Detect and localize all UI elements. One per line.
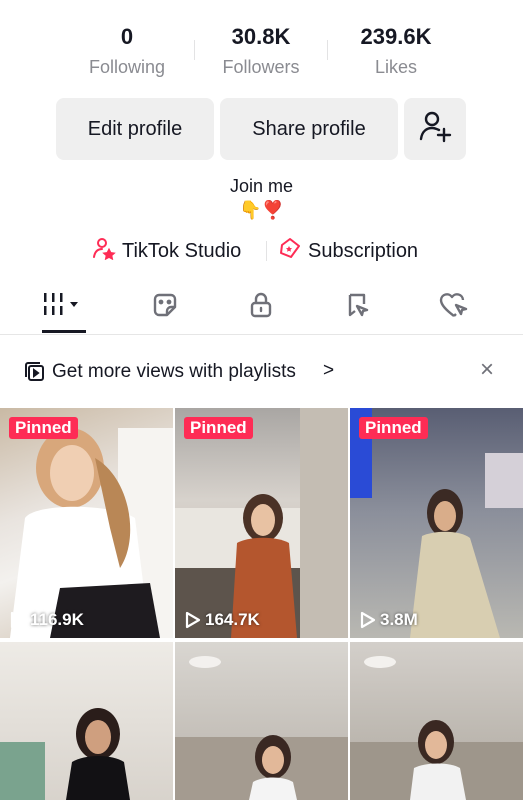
lock-icon [246,290,276,325]
video-thumbnail[interactable] [0,642,173,800]
view-count-text: 3.8M [380,610,418,629]
tab-videos[interactable] [22,282,102,333]
likes-count: 239.6K [360,24,432,49]
stat-following[interactable]: 0 Following [52,22,202,82]
liked-heart-icon [438,290,470,325]
following-label: Following [88,57,166,77]
pinned-badge: Pinned [9,417,78,439]
edit-profile-button[interactable]: Edit profile [56,98,214,160]
stat-likes[interactable]: 239.6K Likes [321,22,471,82]
bio-text: Join me [229,176,294,196]
tab-liked[interactable] [414,282,494,332]
video-thumbnail[interactable]: Pinned 116.9K [0,408,173,638]
tiktok-studio-link[interactable]: TikTok Studio [92,236,241,266]
video-thumbnail[interactable] [175,642,348,800]
close-icon[interactable]: × [480,356,494,384]
chevron-right-icon: > [323,360,335,381]
video-thumbnail[interactable]: Pinned 164.7K [175,408,348,638]
following-count: 0 [120,24,134,49]
tiktok-studio-label: TikTok Studio [122,239,242,262]
view-count-text: 116.9K [30,610,84,629]
pinned-badge: Pinned [184,417,253,439]
video-preview [175,408,348,638]
followers-count: 30.8K [231,24,291,49]
stat-followers[interactable]: 30.8K Followers [186,22,336,82]
play-icon [360,611,376,629]
videos-grid-icon [40,290,84,325]
playlist-icon [24,361,46,388]
video-thumbnail[interactable]: Pinned 3.8M [350,408,523,638]
add-friend-button[interactable] [404,98,466,160]
pinned-badge: Pinned [359,417,428,439]
playlist-promo-text: Get more views with playlists [52,361,296,382]
profile-stats: 0 Following 30.8K Followers 239.6K Likes [0,22,523,84]
view-count: 116.9K [10,610,84,630]
share-profile-button[interactable]: Share profile [220,98,398,160]
profile-tabs [0,282,523,335]
view-count-text: 164.7K [205,610,260,629]
followers-label: Followers [222,57,300,77]
subscription-label: Subscription [308,239,419,262]
video-preview [350,656,523,800]
link-divider [266,241,267,261]
playlist-promo-banner[interactable]: Get more views with playlists > × [0,356,523,388]
likes-label: Likes [374,57,418,77]
bio-emoji: 👇❣️ [239,200,284,220]
video-preview [0,708,130,800]
tab-private[interactable] [221,282,301,332]
tab-tagged[interactable] [318,282,398,332]
play-icon [185,611,201,629]
subscription-link[interactable]: Subscription [278,236,418,266]
studio-person-star-icon [92,236,116,266]
video-preview [175,656,348,800]
tagged-icon [343,290,373,325]
profile-links: TikTok Studio Subscription [0,236,523,266]
add-person-icon [418,109,452,149]
view-count: 3.8M [360,610,418,630]
subscription-ticket-icon [278,236,302,266]
view-count: 164.7K [185,610,260,630]
video-thumbnail[interactable] [350,642,523,800]
favorites-sticker-icon [150,290,180,325]
play-icon [10,611,26,629]
video-preview [350,408,523,638]
video-preview [10,428,173,638]
tab-favorites[interactable] [125,282,205,332]
